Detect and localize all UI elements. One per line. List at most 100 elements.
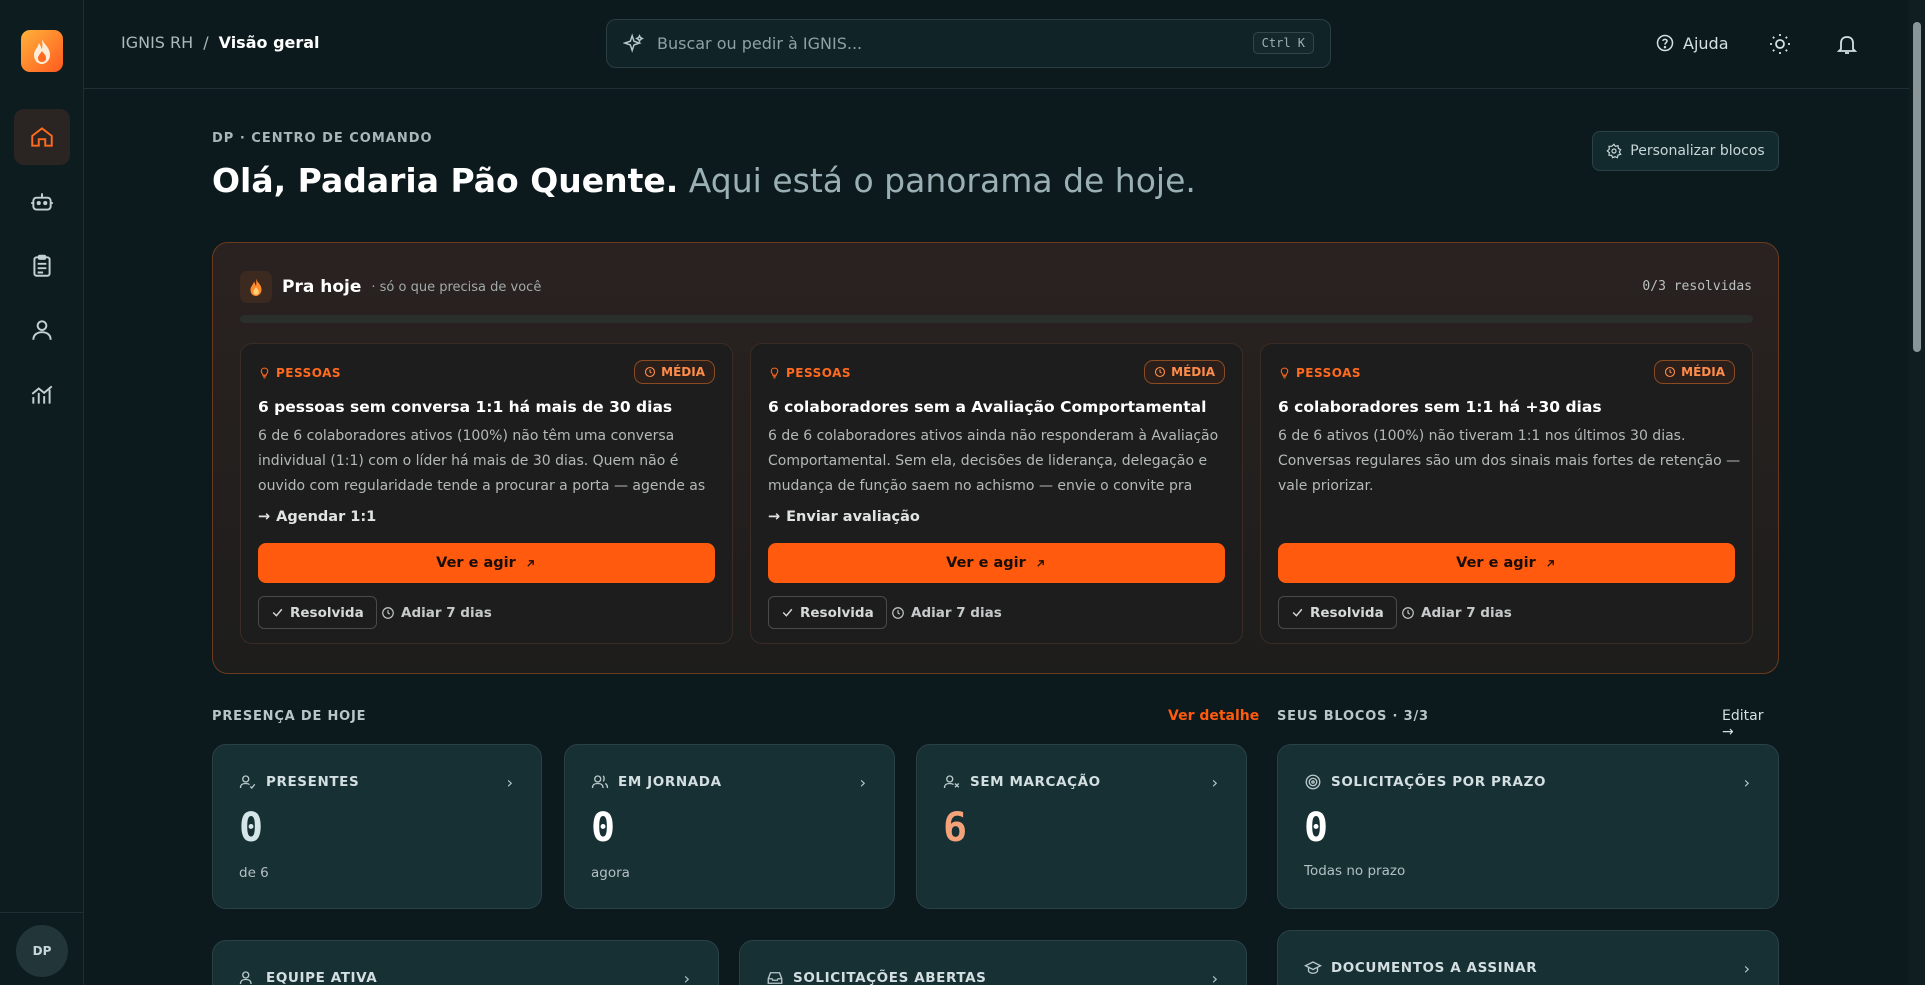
clock-icon	[1665, 366, 1676, 378]
lightbulb-icon	[260, 367, 269, 379]
clock-icon	[1155, 366, 1166, 378]
tile-open-requests[interactable]: SOLICITAÇÕES ABERTAS ›	[739, 940, 1247, 985]
resolve-button[interactable]: Resolvida	[768, 596, 887, 629]
page-eyebrow: DP · CENTRO DE COMANDO	[212, 131, 433, 146]
presence-tile-working[interactable]: EM JORNADA › 0 agora	[564, 744, 895, 909]
tile-label: EQUIPE ATIVA	[266, 970, 378, 985]
view-and-act-button[interactable]: Ver e agir	[258, 543, 715, 583]
resolve-button[interactable]: Resolvida	[258, 596, 377, 629]
resolve-button[interactable]: Resolvida	[1278, 596, 1397, 629]
bell-icon[interactable]	[1835, 32, 1859, 56]
view-and-act-button[interactable]: Ver e agir	[1278, 543, 1735, 583]
top-header: IGNIS RH / Visão geral Buscar ou pedir à…	[84, 0, 1909, 89]
customize-label: Personalizar blocos	[1630, 143, 1765, 159]
clock-icon	[1402, 606, 1414, 619]
analytics-icon	[31, 385, 53, 404]
block-tile-deadlines[interactable]: SOLICITAÇÕES POR PRAZO › 0 Todas no praz…	[1277, 744, 1779, 909]
postpone-label: Adiar 7 dias	[1421, 604, 1512, 621]
chevron-right-icon: ›	[506, 773, 513, 792]
arrow-right-icon: →	[258, 509, 271, 525]
presence-section-label: PRESENÇA DE HOJE	[212, 709, 367, 724]
cta-label: Ver e agir	[1456, 555, 1536, 571]
sidebar-item-people[interactable]	[14, 302, 70, 358]
sun-icon[interactable]	[1768, 32, 1792, 56]
postpone-button[interactable]: Adiar 7 dias	[891, 596, 1002, 629]
tile-value: 0	[591, 805, 616, 851]
postpone-button[interactable]: Adiar 7 dias	[1401, 596, 1512, 629]
presence-tile-missing[interactable]: SEM MARCAÇÃO › 6	[916, 744, 1247, 909]
card-action-link[interactable]: → Agendar 1:1	[258, 509, 376, 525]
task-card: PESSOAS MÉDIA 6 colaboradores sem 1:1 há +…	[1260, 343, 1753, 644]
tile-sub: Todas no prazo	[1304, 863, 1406, 879]
target-icon	[1305, 774, 1321, 790]
sidebar-item-analytics[interactable]	[14, 367, 70, 423]
chevron-right-icon: ›	[1211, 773, 1218, 792]
tile-active-team[interactable]: EQUIPE ATIVA ›	[212, 940, 719, 985]
check-icon	[1292, 608, 1303, 617]
resolve-label: Resolvida	[290, 604, 364, 621]
today-header: Pra hoje · só o que precisa de você	[240, 271, 541, 303]
action-label: Enviar avaliação	[786, 509, 920, 525]
tile-value: 6	[943, 805, 968, 851]
today-panel: Pra hoje · só o que precisa de você 0/3 …	[212, 242, 1779, 674]
resolve-label: Resolvida	[1310, 604, 1384, 621]
bot-icon	[31, 193, 53, 211]
tile-label: PRESENTES	[266, 774, 360, 790]
customize-blocks-button[interactable]: Personalizar blocos	[1592, 131, 1779, 171]
scrollbar-thumb[interactable]	[1913, 22, 1921, 352]
user-x-icon	[943, 775, 960, 789]
tile-value: 0	[1304, 805, 1329, 851]
today-subtitle: · só o que precisa de você	[371, 279, 542, 295]
sidebar-item-home[interactable]	[14, 109, 70, 165]
users-icon	[239, 971, 252, 985]
block-tile-documents[interactable]: DOCUMENTOS A ASSINAR ›	[1277, 930, 1779, 985]
inbox-icon	[767, 972, 783, 984]
flame-logo-icon[interactable]	[21, 30, 63, 72]
priority-badge: MÉDIA	[1654, 360, 1735, 384]
sidebar-item-assistant[interactable]	[14, 174, 70, 230]
tile-value: 0	[239, 805, 264, 851]
gear-icon	[1606, 143, 1622, 159]
help-icon	[1656, 34, 1674, 52]
category-label: PESSOAS	[276, 366, 342, 380]
cta-label: Ver e agir	[436, 555, 516, 571]
card-title: 6 colaboradores sem a Avaliação Comporta…	[768, 398, 1207, 416]
card-action-link[interactable]: → Enviar avaliação	[768, 509, 920, 525]
search-placeholder: Buscar ou pedir à IGNIS...	[657, 34, 863, 53]
postpone-button[interactable]: Adiar 7 dias	[381, 596, 492, 629]
tile-sub: agora	[591, 865, 630, 881]
chevron-right-icon: ›	[1211, 969, 1218, 985]
clock-icon	[645, 366, 656, 378]
sidebar-item-tasks[interactable]	[14, 238, 70, 294]
task-card: PESSOAS MÉDIA 6 pessoas sem conversa 1:1 h…	[240, 343, 733, 644]
card-title: 6 pessoas sem conversa 1:1 há mais de 30…	[258, 398, 673, 416]
tile-label: EM JORNADA	[618, 774, 722, 790]
clipboard-icon	[33, 254, 51, 277]
breadcrumb: IGNIS RH / Visão geral	[121, 33, 320, 52]
view-and-act-button[interactable]: Ver e agir	[768, 543, 1225, 583]
breadcrumb-root[interactable]: IGNIS RH	[121, 33, 193, 52]
tile-label: SEM MARCAÇÃO	[970, 774, 1101, 790]
sidebar: DP	[0, 0, 84, 985]
card-description: 6 de 6 colaboradores ativos ainda não re…	[768, 428, 1219, 494]
blocks-section-label: SEUS BLOCOS · 3/3	[1277, 709, 1429, 724]
chevron-right-icon: ›	[859, 773, 866, 792]
users-icon	[591, 775, 609, 789]
card-title: 6 colaboradores sem 1:1 há +30 dias	[1278, 398, 1602, 416]
resolve-label: Resolvida	[800, 604, 874, 621]
edit-blocks-link[interactable]: Editar →	[1722, 708, 1778, 740]
presence-detail-link[interactable]: Ver detalhe	[1168, 708, 1259, 724]
today-title: Pra hoje	[282, 277, 362, 297]
postpone-label: Adiar 7 dias	[911, 604, 1002, 621]
chevron-right-icon: ›	[1743, 959, 1750, 978]
card-category: PESSOAS	[768, 366, 851, 380]
lightbulb-icon	[770, 367, 779, 379]
presence-tile-present[interactable]: PRESENTES › 0 de 6	[212, 744, 542, 909]
flame-icon	[240, 271, 272, 303]
search-input[interactable]: Buscar ou pedir à IGNIS... Ctrl K	[606, 19, 1331, 68]
page-scrollbar[interactable]	[1909, 0, 1925, 985]
sidebar-divider	[0, 912, 84, 913]
user-icon	[32, 320, 52, 340]
avatar[interactable]: DP	[16, 925, 68, 977]
help-button[interactable]: Ajuda	[1655, 33, 1729, 53]
